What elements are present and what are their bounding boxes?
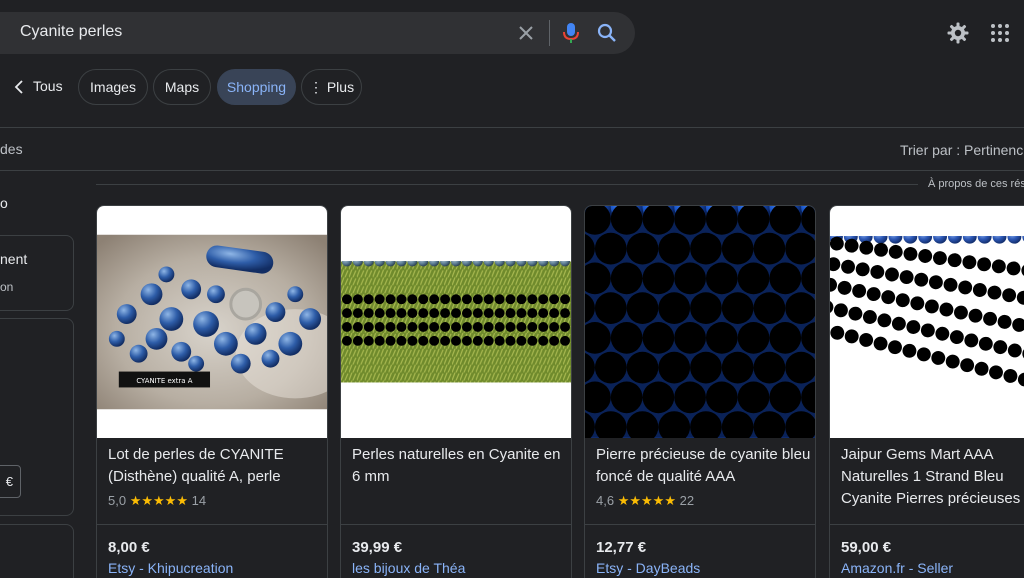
- product-image[interactable]: [830, 206, 1024, 438]
- filters-label[interactable]: des: [0, 141, 23, 157]
- product-seller[interactable]: Etsy - Khipucreation: [108, 560, 233, 576]
- product-image[interactable]: [341, 206, 571, 438]
- sidebar-item[interactable]: o: [0, 195, 8, 211]
- search-bar[interactable]: Cyanite perles: [0, 12, 635, 54]
- product-price: 59,00 €: [841, 539, 892, 556]
- product-image[interactable]: [585, 206, 815, 438]
- product-card[interactable]: CYANITE extra A Lot de perles de CYANITE…: [96, 205, 328, 578]
- product-title[interactable]: Jaipur Gems Mart AAA Naturelles 1 Strand…: [841, 444, 1024, 510]
- beads-photo: [585, 206, 815, 438]
- about-divider: [96, 184, 918, 185]
- product-card[interactable]: Perles naturelles en Cyanite en 6 mm 39,…: [340, 205, 572, 578]
- star-icons: ★★★★★: [129, 493, 188, 508]
- tab-images[interactable]: Images: [78, 69, 148, 105]
- tab-shopping[interactable]: Shopping: [217, 69, 296, 105]
- sidebar-filter-box[interactable]: [0, 524, 74, 578]
- tab-all[interactable]: Tous: [12, 69, 72, 105]
- product-rating: 5,0 ★★★★★ 14: [108, 493, 206, 509]
- sidebar-filter-title: nent: [0, 251, 28, 267]
- sidebar-filter-subtitle: on: [0, 280, 14, 294]
- product-seller[interactable]: Amazon.fr - Seller: [841, 560, 953, 576]
- product-seller[interactable]: les bijoux de Théa: [352, 560, 465, 576]
- search-input[interactable]: Cyanite perles: [20, 23, 122, 41]
- sort-dropdown[interactable]: Trier par : Pertinenc: [900, 142, 1023, 158]
- product-title[interactable]: Perles naturelles en Cyanite en 6 mm: [352, 444, 567, 488]
- product-price: 8,00 €: [108, 539, 150, 556]
- tab-maps[interactable]: Maps: [153, 69, 211, 105]
- search-icon[interactable]: [597, 23, 617, 43]
- card-divider: [830, 524, 1024, 525]
- product-seller[interactable]: Etsy - DayBeads: [596, 560, 700, 576]
- product-title[interactable]: Lot de perles de CYANITE (Disthène) qual…: [108, 444, 323, 488]
- card-divider: [341, 524, 571, 525]
- gear-icon[interactable]: [946, 21, 970, 45]
- tab-more-label: Plus: [326, 79, 355, 95]
- product-card[interactable]: Pierre précieuse de cyanite bleu foncé d…: [584, 205, 816, 578]
- beads-photo: [341, 261, 571, 383]
- tab-maps-label: Maps: [164, 79, 200, 95]
- beads-photo: [830, 236, 1024, 388]
- tab-more[interactable]: ⋮ Plus: [301, 69, 362, 105]
- product-price: 39,99 €: [352, 539, 403, 556]
- search-divider: [549, 20, 550, 46]
- review-count: 14: [191, 493, 207, 508]
- filters-divider: [0, 170, 1024, 171]
- rating-value: 5,0: [108, 493, 127, 508]
- tab-images-label: Images: [90, 79, 136, 95]
- microphone-icon[interactable]: [561, 22, 581, 44]
- beads-photo: CYANITE extra A: [97, 234, 327, 410]
- chevron-left-icon: [14, 80, 23, 94]
- star-icons: ★★★★★: [617, 493, 676, 508]
- review-count: 22: [679, 493, 695, 508]
- product-card[interactable]: Jaipur Gems Mart AAA Naturelles 1 Strand…: [829, 205, 1024, 578]
- product-title[interactable]: Pierre précieuse de cyanite bleu foncé d…: [596, 444, 811, 488]
- about-results-link[interactable]: À propos de ces résu: [928, 178, 1024, 190]
- product-price: 12,77 €: [596, 539, 647, 556]
- rating-value: 4,6: [596, 493, 615, 508]
- price-input[interactable]: €: [0, 465, 21, 498]
- sidebar-filter-box[interactable]: [0, 235, 74, 311]
- tabs-divider: [0, 127, 1024, 128]
- close-icon[interactable]: [516, 23, 536, 43]
- apps-grid-icon[interactable]: [990, 23, 1010, 43]
- image-caption: CYANITE extra A: [136, 377, 192, 385]
- tab-shopping-label: Shopping: [226, 79, 287, 95]
- card-divider: [97, 524, 327, 525]
- product-image[interactable]: CYANITE extra A: [97, 206, 327, 438]
- card-divider: [585, 524, 815, 525]
- tab-all-label: Tous: [33, 78, 63, 94]
- product-rating: 4,6 ★★★★★ 22: [596, 493, 694, 509]
- more-vert-icon: ⋮: [308, 79, 323, 95]
